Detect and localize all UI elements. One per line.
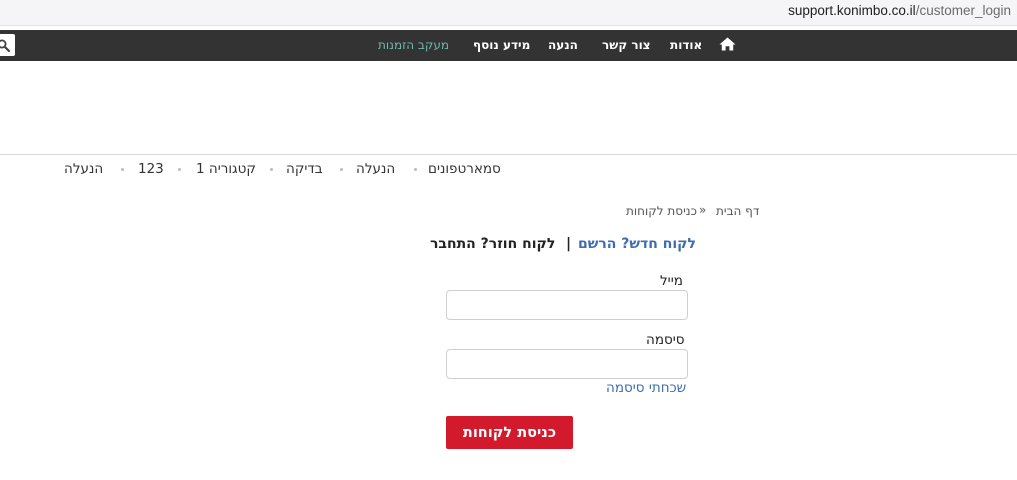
login-submit-button[interactable]: כניסת לקוחות xyxy=(446,416,573,449)
breadcrumb-home[interactable]: דף הבית xyxy=(716,204,759,218)
category-separator xyxy=(178,168,181,171)
email-field[interactable] xyxy=(446,290,688,320)
url-host: support.konimbo.co.il xyxy=(788,3,916,18)
nav-about[interactable]: אודות xyxy=(670,38,702,52)
url-text[interactable]: support.konimbo.co.il/customer_login xyxy=(788,3,1011,18)
category-test[interactable]: בדיקה xyxy=(286,161,323,177)
breadcrumb-current: כניסת לקוחות xyxy=(626,204,697,218)
nav-contact[interactable]: צור קשר xyxy=(602,38,651,52)
register-link[interactable]: לקוח חדש? הרשם xyxy=(578,236,696,252)
returning-customer-heading: לקוח חוזר? התחבר xyxy=(430,236,556,252)
nav-drive[interactable]: הנעה xyxy=(548,38,578,52)
password-label: סיסמה xyxy=(646,332,685,348)
category-bar-divider xyxy=(0,154,1017,155)
email-label: מייל xyxy=(660,273,683,289)
nav-more-info[interactable]: מידע נוסף xyxy=(473,38,530,52)
category-separator xyxy=(340,168,343,171)
category-separator xyxy=(121,168,124,171)
category-1[interactable]: קטגוריה 1 xyxy=(196,161,256,177)
category-123[interactable]: 123 xyxy=(138,161,164,177)
category-smartphones[interactable]: סמארטפונים xyxy=(428,161,501,177)
forgot-password-link[interactable]: שכחתי סיסמה xyxy=(606,380,686,396)
category-separator xyxy=(414,168,417,171)
top-navigation: אודות צור קשר הנעה מידע נוסף מעקב הזמנות xyxy=(0,30,1017,61)
search-button[interactable] xyxy=(0,34,15,56)
heading-separator: | xyxy=(566,236,572,252)
home-icon[interactable] xyxy=(719,37,736,51)
breadcrumb-chevron-icon: » xyxy=(699,203,707,217)
url-path: /customer_login xyxy=(915,3,1011,18)
category-footwear[interactable]: הנעלה xyxy=(356,161,395,177)
nav-order-tracking[interactable]: מעקב הזמנות xyxy=(378,38,449,52)
category-separator xyxy=(270,168,273,171)
search-icon xyxy=(0,39,11,53)
address-bar[interactable]: support.konimbo.co.il/customer_login xyxy=(0,0,1017,26)
category-footwear-2[interactable]: הנעלה xyxy=(64,161,103,177)
password-field[interactable] xyxy=(446,349,688,379)
